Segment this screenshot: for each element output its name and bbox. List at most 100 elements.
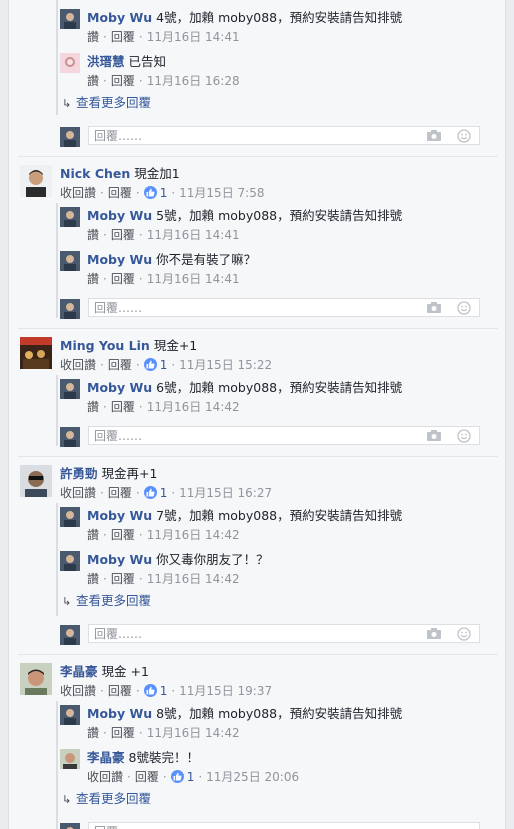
like-badge-icon[interactable] <box>143 358 157 371</box>
avatar[interactable] <box>20 337 52 369</box>
avatar[interactable] <box>20 165 52 197</box>
commenter-name[interactable]: Moby Wu <box>87 252 152 267</box>
reply-link[interactable]: 回覆 <box>108 186 132 200</box>
avatar[interactable] <box>60 507 80 527</box>
reply-link[interactable]: 回覆 <box>135 770 159 784</box>
reply-text: 你又毒你朋友了！？ <box>156 552 269 567</box>
unlike-link[interactable]: 收回讚 <box>87 770 123 784</box>
emoji-icon[interactable] <box>457 627 471 641</box>
reply-link[interactable]: 回覆 <box>111 30 135 44</box>
reply-link[interactable]: 回覆 <box>111 228 135 242</box>
like-link[interactable]: 讚 <box>87 528 99 542</box>
camera-icon[interactable] <box>427 628 441 639</box>
timestamp[interactable]: 11月16日 14:41 <box>147 30 240 44</box>
timestamp[interactable]: 11月16日 14:41 <box>147 228 240 242</box>
reply-link[interactable]: 回覆 <box>108 684 132 698</box>
reply-link[interactable]: 回覆 <box>108 486 132 500</box>
reply-text-line: Moby Wu 8號，加賴 moby088，預約安裝請告知排號 <box>87 706 402 722</box>
camera-icon[interactable] <box>427 302 441 313</box>
like-badge-icon[interactable] <box>143 186 157 199</box>
reply-input[interactable]: 回覆…… <box>88 298 480 317</box>
timestamp[interactable]: 11月16日 14:42 <box>147 726 240 740</box>
timestamp[interactable]: 11月16日 14:42 <box>147 400 240 414</box>
commenter-name[interactable]: 李晶豪 <box>87 750 125 765</box>
like-count[interactable]: 1 <box>187 770 195 784</box>
commenter-name[interactable]: Nick Chen <box>60 166 130 181</box>
commenter-name[interactable]: 洪瑨慧 <box>87 54 125 69</box>
avatar[interactable] <box>60 251 80 271</box>
like-badge-icon[interactable] <box>170 770 184 783</box>
like-count[interactable]: 1 <box>160 486 168 500</box>
avatar[interactable] <box>60 379 80 399</box>
like-badge-icon[interactable] <box>143 486 157 499</box>
timestamp[interactable]: 11月15日 7:58 <box>179 186 264 200</box>
unlike-link[interactable]: 收回讚 <box>60 486 96 500</box>
like-link[interactable]: 讚 <box>87 272 99 286</box>
commenter-name[interactable]: Moby Wu <box>87 508 152 523</box>
avatar[interactable] <box>60 9 80 29</box>
timestamp[interactable]: 11月16日 16:28 <box>147 74 240 88</box>
view-more-replies-link[interactable]: ↳ 查看更多回覆 <box>62 791 151 808</box>
commenter-name[interactable]: Moby Wu <box>87 380 152 395</box>
timestamp[interactable]: 11月16日 14:41 <box>147 272 240 286</box>
avatar[interactable] <box>60 551 80 571</box>
like-link[interactable]: 讚 <box>87 726 99 740</box>
reply-link[interactable]: 回覆 <box>111 272 135 286</box>
unlike-link[interactable]: 收回讚 <box>60 186 96 200</box>
like-badge-icon[interactable] <box>143 684 157 697</box>
divider <box>18 456 498 457</box>
avatar <box>60 823 80 829</box>
reply-link[interactable]: 回覆 <box>111 74 135 88</box>
commenter-name[interactable]: 李晶豪 <box>60 664 98 679</box>
avatar[interactable] <box>60 705 80 725</box>
emoji-icon[interactable] <box>457 129 471 143</box>
commenter-name[interactable]: 許勇勁 <box>60 466 98 481</box>
emoji-icon[interactable] <box>457 301 471 315</box>
like-count[interactable]: 1 <box>160 358 168 372</box>
reply-text: 8號裝完！！ <box>128 750 199 765</box>
like-link[interactable]: 讚 <box>87 228 99 242</box>
reply-input[interactable]: 回覆…… <box>88 624 480 643</box>
commenter-name[interactable]: Ming You Lin <box>60 338 150 353</box>
reply-link[interactable]: 回覆 <box>111 726 135 740</box>
avatar[interactable] <box>60 749 80 769</box>
camera-icon[interactable] <box>427 430 441 441</box>
timestamp[interactable]: 11月16日 14:42 <box>147 572 240 586</box>
avatar[interactable] <box>60 53 80 73</box>
timestamp[interactable]: 11月25日 20:06 <box>206 770 299 784</box>
avatar[interactable] <box>60 207 80 227</box>
camera-icon[interactable] <box>427 130 441 141</box>
timestamp[interactable]: 11月15日 15:22 <box>179 358 272 372</box>
unlike-link[interactable]: 收回讚 <box>60 358 96 372</box>
commenter-name[interactable]: Moby Wu <box>87 706 152 721</box>
commenter-name[interactable]: Moby Wu <box>87 552 152 567</box>
view-more-replies-link[interactable]: ↳ 查看更多回覆 <box>62 593 151 610</box>
reply-input[interactable]: 回覆…… <box>88 822 480 829</box>
timestamp[interactable]: 11月15日 19:37 <box>179 684 272 698</box>
like-count[interactable]: 1 <box>160 684 168 698</box>
like-link[interactable]: 讚 <box>87 30 99 44</box>
reply-link[interactable]: 回覆 <box>108 358 132 372</box>
view-more-replies-label: 查看更多回覆 <box>76 95 152 110</box>
comment-text-line: 許勇勁 現金再+1 <box>60 466 157 482</box>
avatar[interactable] <box>20 465 52 497</box>
reply-input[interactable]: 回覆…… <box>88 126 480 145</box>
reply-input[interactable]: 回覆…… <box>88 426 480 445</box>
timestamp[interactable]: 11月16日 14:42 <box>147 528 240 542</box>
commenter-name[interactable]: Moby Wu <box>87 208 152 223</box>
view-more-replies-link[interactable]: ↳ 查看更多回覆 <box>62 95 151 112</box>
reply-link[interactable]: 回覆 <box>111 400 135 414</box>
like-link[interactable]: 讚 <box>87 400 99 414</box>
avatar <box>60 625 80 645</box>
reply-link[interactable]: 回覆 <box>111 572 135 586</box>
avatar[interactable] <box>20 663 52 695</box>
timestamp[interactable]: 11月15日 16:27 <box>179 486 272 500</box>
commenter-name[interactable]: Moby Wu <box>87 10 152 25</box>
like-link[interactable]: 讚 <box>87 572 99 586</box>
reply-link[interactable]: 回覆 <box>111 528 135 542</box>
emoji-icon[interactable] <box>457 429 471 443</box>
unlike-link[interactable]: 收回讚 <box>60 684 96 698</box>
like-link[interactable]: 讚 <box>87 74 99 88</box>
reply-text: 7號，加賴 moby088，預約安裝請告知排號 <box>156 508 403 523</box>
like-count[interactable]: 1 <box>160 186 168 200</box>
